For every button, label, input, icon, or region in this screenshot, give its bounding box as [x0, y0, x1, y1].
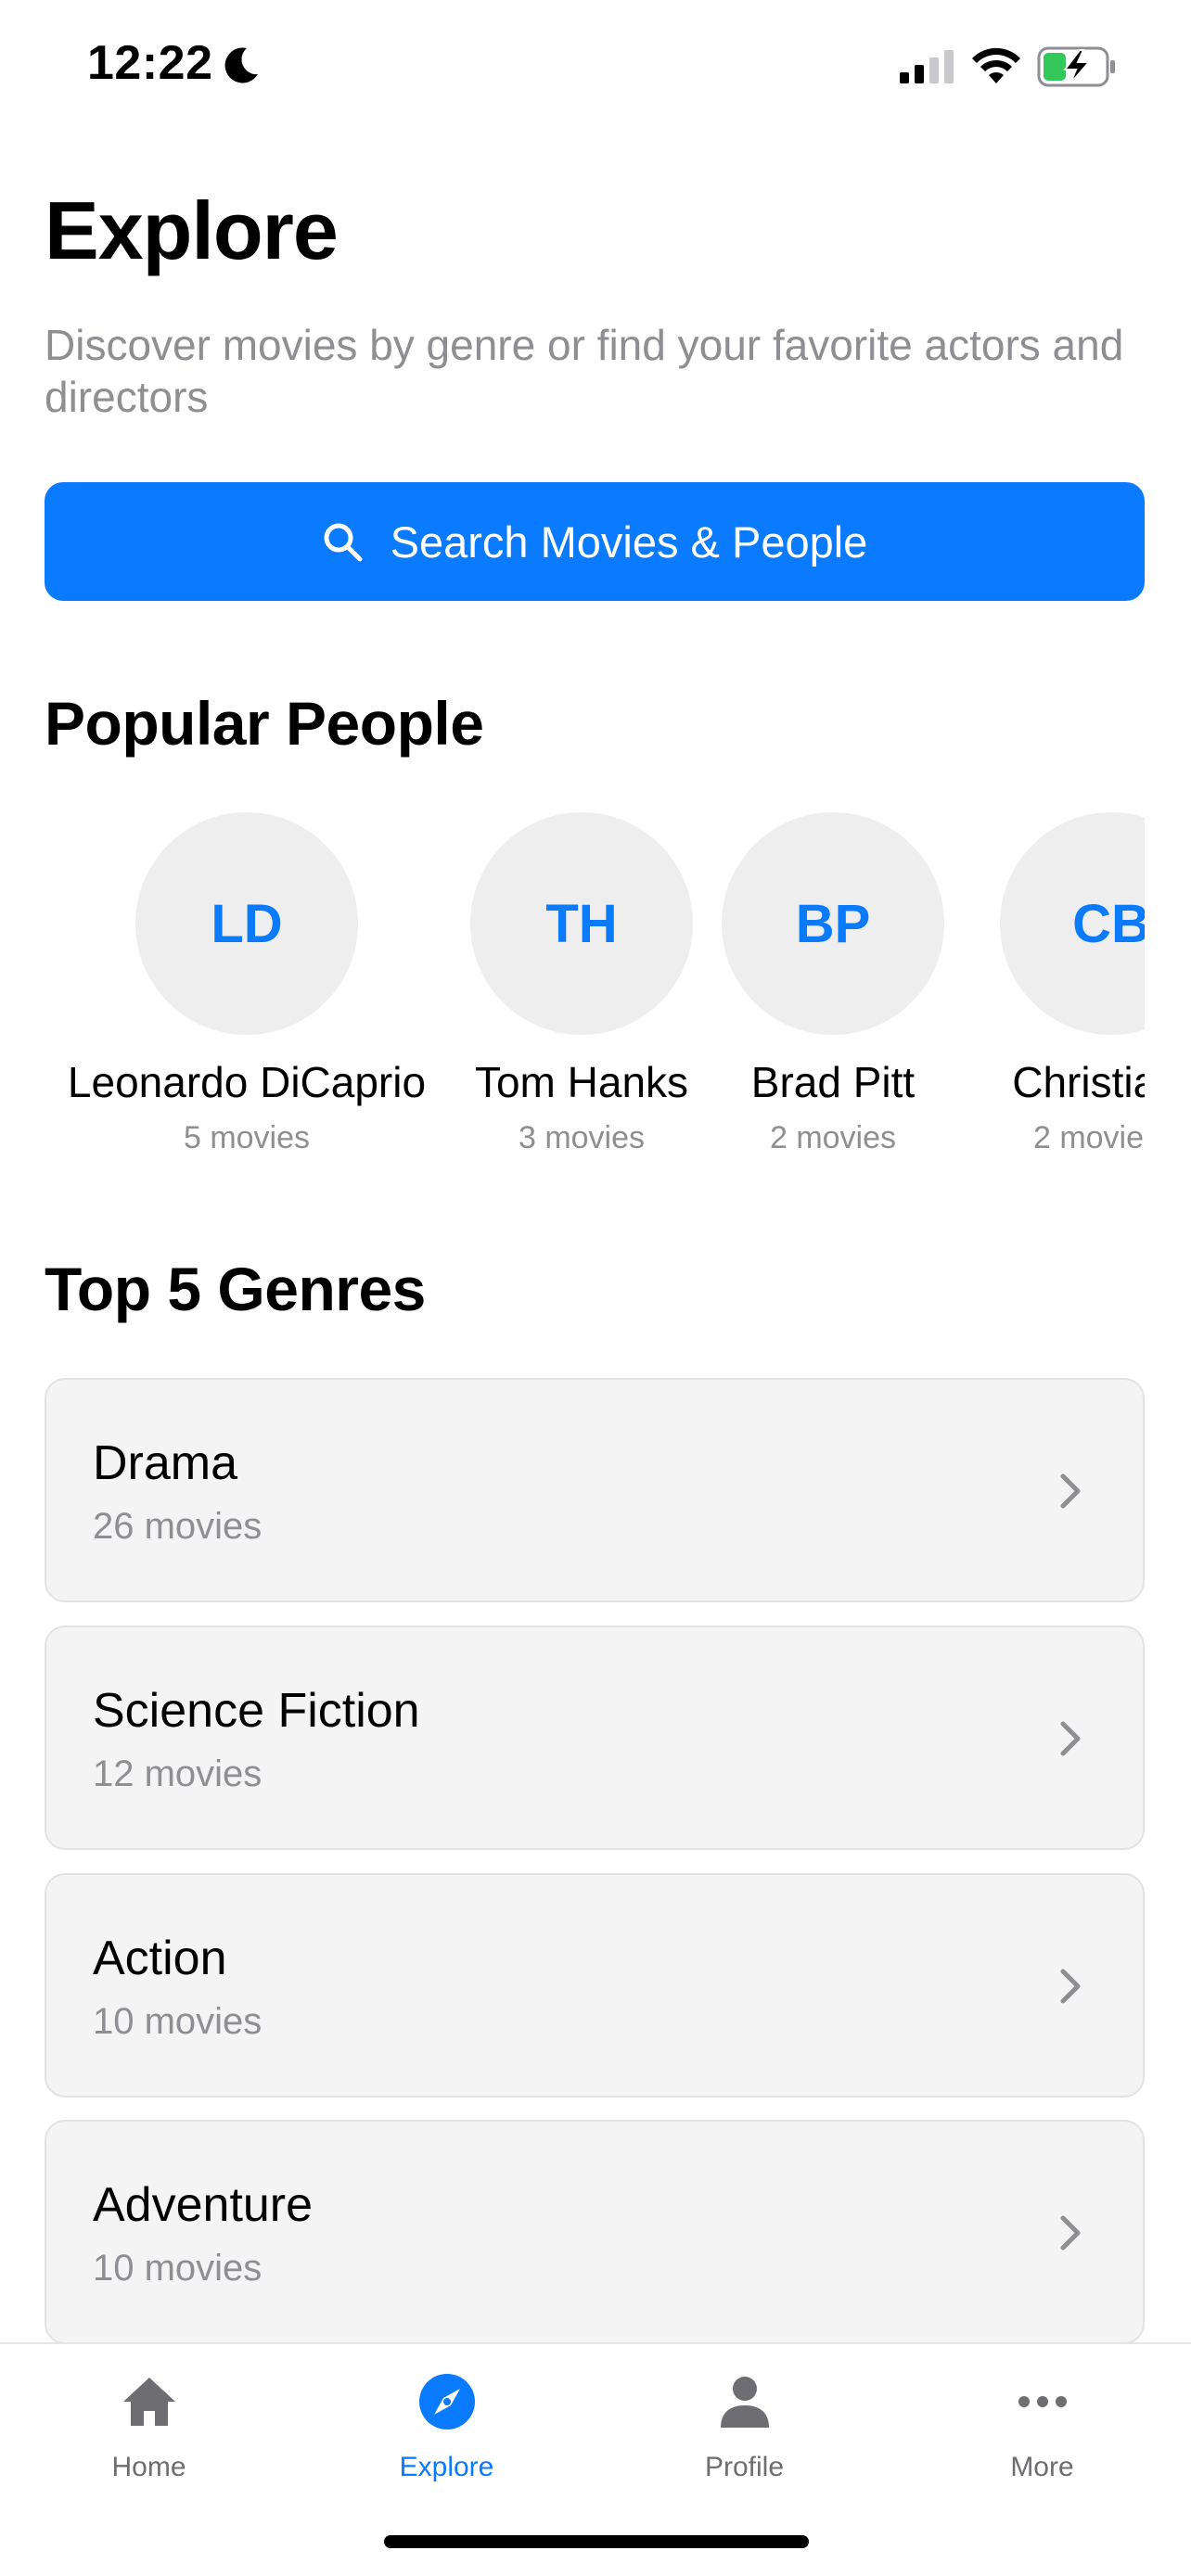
tab-label: More	[1010, 2452, 1074, 2482]
home-indicator[interactable]	[384, 2535, 809, 2548]
chevron-right-icon	[1060, 1721, 1081, 1756]
search-button[interactable]: Search Movies & People	[45, 482, 1145, 601]
person-card-tom-hanks[interactable]: TH Tom Hanks 3 movies	[456, 812, 707, 1165]
search-label: Search Movies & People	[390, 516, 868, 567]
page-title: Explore	[45, 185, 339, 276]
chevron-right-icon	[1060, 2215, 1081, 2251]
genre-movie-count: 26 movies	[93, 1506, 263, 1547]
genre-movie-count: 10 movies	[93, 2248, 263, 2289]
person-card-christian[interactable]: CB Christian 2 movies	[967, 812, 1145, 1165]
tab-label: Profile	[704, 2452, 785, 2482]
signal-icon	[900, 50, 954, 83]
avatar: TH	[470, 812, 693, 1035]
tab-profile[interactable]: Profile	[596, 2344, 893, 2502]
avatar: CB	[1000, 812, 1145, 1035]
person-movie-count: 2 movies	[1032, 1120, 1145, 1155]
genre-name: Science Fiction	[93, 1684, 420, 1738]
person-card-leonardo-dicaprio[interactable]: LD Leonardo DiCaprio 5 movies	[54, 812, 440, 1165]
battery-charging-icon	[1037, 46, 1115, 87]
chevron-right-icon	[1060, 1969, 1081, 2004]
tab-home[interactable]: Home	[0, 2344, 298, 2502]
genre-card-action[interactable]: Action 10 movies	[45, 1873, 1145, 2098]
person-card-brad-pitt[interactable]: BP Brad Pitt 2 movies	[722, 812, 944, 1165]
genre-movie-count: 10 movies	[93, 2001, 263, 2042]
explore-screen: 12:22 Explore Discover movies by genre o…	[0, 0, 1191, 2576]
person-icon	[720, 2377, 769, 2428]
popular-people-carousel[interactable]: LD Leonardo DiCaprio 5 movies TH Tom Han…	[45, 812, 1145, 1165]
person-name: Christian	[1012, 1058, 1145, 1106]
top-genres-title: Top 5 Genres	[45, 1255, 426, 1323]
popular-people-title: Popular People	[45, 689, 484, 758]
page-subtitle: Discover movies by genre or find your fa…	[45, 321, 1124, 421]
home-icon	[122, 2378, 175, 2426]
tab-explore[interactable]: Explore	[298, 2344, 596, 2502]
person-name: Brad Pitt	[750, 1058, 916, 1106]
person-movie-count: 5 movies	[183, 1120, 311, 1155]
ellipsis-icon	[1018, 2396, 1067, 2407]
person-name: Leonardo DiCaprio	[67, 1058, 427, 1106]
genre-card-drama[interactable]: Drama 26 movies	[45, 1378, 1145, 1602]
genre-name: Adventure	[93, 2178, 314, 2232]
tab-label: Home	[111, 2452, 186, 2482]
status-time: 12:22	[87, 36, 213, 90]
person-movie-count: 2 movies	[769, 1120, 897, 1155]
status-bar: 12:22	[0, 0, 1191, 130]
genre-card-science-fiction[interactable]: Science Fiction 12 movies	[45, 1626, 1145, 1850]
tab-label: Explore	[399, 2452, 494, 2482]
person-name: Tom Hanks	[474, 1058, 689, 1106]
genre-name: Drama	[93, 1436, 238, 1490]
chevron-right-icon	[1060, 1473, 1081, 1509]
genre-card-adventure[interactable]: Adventure 10 movies	[45, 2120, 1145, 2344]
avatar: LD	[135, 812, 358, 1035]
avatar: BP	[722, 812, 944, 1035]
genre-name: Action	[93, 1932, 227, 1985]
moon-icon	[224, 47, 258, 83]
tab-more[interactable]: More	[893, 2344, 1191, 2502]
search-icon	[324, 523, 363, 562]
genre-movie-count: 12 movies	[93, 1753, 263, 1794]
compass-icon	[418, 2374, 475, 2429]
wifi-icon	[972, 47, 1020, 83]
person-movie-count: 3 movies	[518, 1120, 646, 1155]
